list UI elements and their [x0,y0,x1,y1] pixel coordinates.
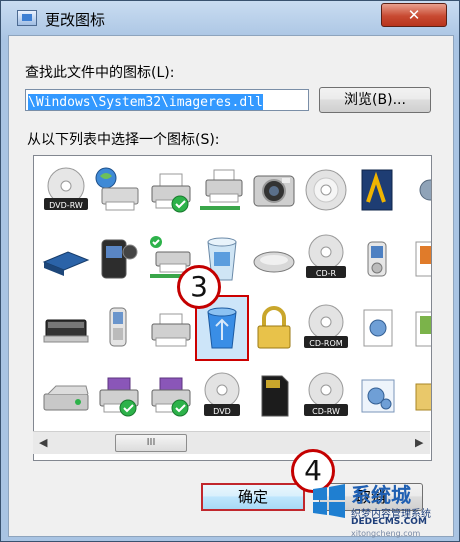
select-icon-label: 从以下列表中选择一个图标(S): [27,132,220,148]
ok-button[interactable]: 确定 [201,483,305,511]
camera-icon [253,175,295,207]
icon-mobile-phone[interactable] [92,302,144,358]
file-path-value: \Windows\System32\imageres.dll [28,94,263,110]
icon-drive[interactable] [40,370,92,426]
scroll-left-icon[interactable]: ◀ [39,436,47,449]
printer-2-icon [151,313,191,347]
tape-drive-icon [43,319,89,343]
watermark-site: 系统城 [351,483,411,507]
icon-settings-document[interactable] [352,302,404,358]
lock-icon [257,306,291,349]
icon-cd-r-drive[interactable]: CD-R [300,232,352,288]
windows-logo-icon [313,484,345,518]
icon-dvd-drive[interactable]: DVD [196,370,248,426]
icon-printer-default[interactable] [144,164,196,220]
scanner-icon [42,251,90,276]
browse-button[interactable]: 浏览(B)... [319,87,431,113]
cd-rom-label: CD-ROM [309,339,342,348]
window-title: 更改图标 [45,11,106,29]
cd-rw-drive-icon: CD-RW [304,372,348,416]
step-3-badge: 3 [177,265,221,309]
horizontal-scrollbar[interactable]: ◀ III ▶ [33,431,430,454]
close-button[interactable]: ✕ [381,3,447,27]
scrollbar-thumb[interactable]: III [115,434,187,452]
printer-default-2-icon [151,377,191,417]
icon-mouse[interactable] [248,232,300,288]
dvd-label: DVD [213,407,231,416]
icon-tape-drive[interactable] [40,302,92,358]
gear-icon [419,179,431,201]
find-icons-label: 查找此文件中的图标(L): [25,65,175,81]
icon-camcorder[interactable] [92,232,144,288]
icon-memory-card[interactable] [248,370,300,426]
dvd-rw-label: DVD-RW [49,201,83,210]
watermark: 系统城 织梦内容管理系统 DEDECMS.COM xitongcheng.com [307,479,457,539]
file-path-input[interactable]: \Windows\System32\imageres.dll [25,89,309,111]
icon-media-player[interactable] [352,232,404,288]
title-bar: 更改图标 ✕ [1,1,459,35]
icon-network-printer-2[interactable] [196,164,248,220]
icon-list[interactable]: DVD-RW CD-R CD-ROM DVD CD-RW [33,155,432,461]
icon-scanner[interactable] [40,232,92,288]
network-printer-2-icon [200,169,243,210]
icon-printer-2[interactable] [144,302,196,358]
disc-icon [305,169,347,211]
settings-document-icon [363,309,393,347]
mouse-icon [253,251,295,273]
icon-picture[interactable] [404,232,431,288]
icon-camera[interactable] [248,164,300,220]
icon-network-printer[interactable] [92,164,144,220]
icon-gear[interactable] [404,164,431,220]
cd-rom-drive-icon: CD-ROM [304,304,348,348]
icon-lock[interactable] [248,302,300,358]
window-icon [17,10,37,26]
cd-r-drive-icon: CD-R [306,234,346,278]
watermark-sub: xitongcheng.com [351,529,421,538]
ruler-icon [361,169,393,211]
camcorder-icon [101,239,138,279]
dvd-drive-icon: DVD [204,372,240,416]
icon-settings-window[interactable] [352,370,404,426]
printer-default-icon [151,173,191,213]
settings-window-icon [361,379,395,413]
mobile-phone-icon [109,307,127,347]
scroll-right-icon[interactable]: ▶ [415,436,423,449]
icon-printer-default-2[interactable] [144,370,196,426]
icon-cd-rom-drive[interactable]: CD-ROM [300,302,352,358]
icon-cd-rw-drive[interactable]: CD-RW [300,370,352,426]
fax-default-icon [99,377,139,417]
icon-ruler[interactable] [352,164,404,220]
icon-dvd-rw-drive[interactable]: DVD-RW [40,164,92,220]
icon-disc[interactable] [300,164,352,220]
cd-r-label: CD-R [316,269,337,278]
dvd-rw-drive-icon: DVD-RW [44,167,88,210]
cd-rw-label: CD-RW [312,407,340,416]
picture-icon [415,241,431,277]
icon-picture-2[interactable] [404,302,431,358]
change-icon-dialog: 更改图标 ✕ 查找此文件中的图标(L): \Windows\System32\i… [0,0,460,542]
folder-icon [415,383,431,411]
memory-card-icon [261,375,289,417]
icon-fax-default[interactable] [92,370,144,426]
picture-2-icon [415,311,431,347]
network-printer-icon [95,167,139,211]
media-player-icon [367,241,387,277]
icon-folder[interactable] [404,370,431,426]
drive-icon [43,385,89,411]
watermark-domain: DEDECMS.COM [351,517,427,527]
